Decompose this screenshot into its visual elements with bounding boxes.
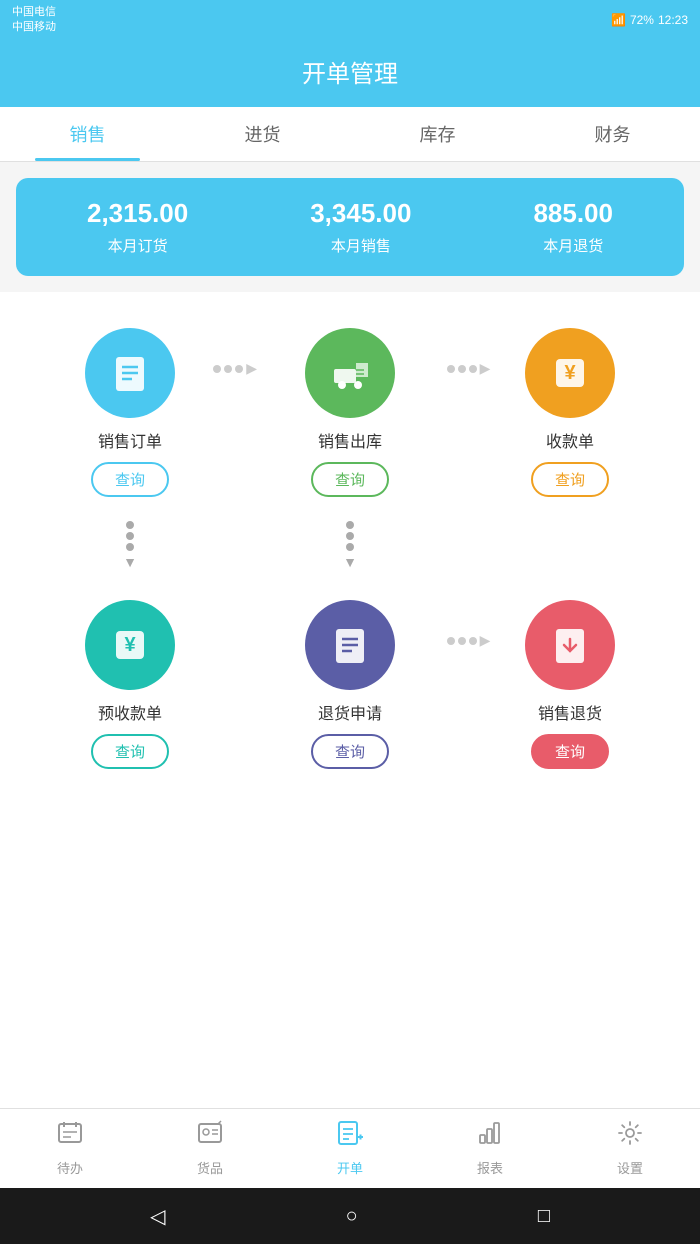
svg-text:¥: ¥	[124, 634, 136, 656]
header: 开单管理	[0, 40, 700, 107]
receipt-btn[interactable]: ¥	[525, 328, 615, 418]
tab-sales[interactable]: 销售	[0, 107, 175, 161]
action-return-apply: 退货申请 查询	[240, 584, 460, 779]
nav-order-label: 开单	[337, 1158, 363, 1177]
stat-monthly-sales: 3,345.00 本月销售	[310, 198, 411, 256]
time-text: 12:23	[658, 13, 688, 27]
todo-icon	[56, 1119, 84, 1154]
action-sales-return: 销售退货 查询	[460, 584, 680, 779]
nav-todo-label: 待办	[57, 1158, 83, 1177]
signal-icon: 📶	[611, 13, 626, 27]
arrow-v-2: ▼	[240, 517, 460, 574]
action-receipt: ¥ 收款单 查询	[460, 312, 680, 507]
stat-sales-label: 本月销售	[310, 235, 411, 256]
carrier-info: 中国电信 中国移动	[12, 5, 56, 36]
action-grid-row2: ▶ ¥ 预收款单 查询 退货	[0, 574, 700, 789]
report-icon	[476, 1119, 504, 1154]
battery-text: 72%	[630, 13, 654, 27]
sales-outbound-query-btn[interactable]: 查询	[311, 462, 389, 497]
stats-banner: 2,315.00 本月订货 3,345.00 本月销售 885.00 本月退货	[16, 178, 684, 276]
android-recent-btn[interactable]: □	[538, 1205, 550, 1228]
sales-order-query-btn[interactable]: 查询	[91, 462, 169, 497]
action-grid-row1: ▶ ▶ 销售订单 查询	[0, 302, 700, 517]
svg-text:¥: ¥	[564, 362, 576, 384]
main-content: ▶ ▶ 销售订单 查询	[0, 292, 700, 1108]
nav-settings-label: 设置	[617, 1158, 643, 1177]
android-back-btn[interactable]: ◁	[150, 1204, 165, 1229]
advance-receipt-btn[interactable]: ¥	[85, 600, 175, 690]
nav-order[interactable]: 开单	[280, 1119, 420, 1180]
arrow-v-3	[460, 517, 680, 574]
nav-report-label: 报表	[477, 1158, 503, 1177]
order-icon	[336, 1119, 364, 1154]
tab-inventory[interactable]: 库存	[350, 107, 525, 161]
return-apply-label: 退货申请	[318, 700, 382, 724]
receipt-query-btn[interactable]: 查询	[531, 462, 609, 497]
nav-goods[interactable]: 货品	[140, 1119, 280, 1180]
android-home-btn[interactable]: ○	[346, 1205, 358, 1228]
page-title: 开单管理	[0, 54, 700, 89]
sales-return-label: 销售退货	[538, 700, 602, 724]
sales-return-btn[interactable]	[525, 600, 615, 690]
stat-order-label: 本月订货	[87, 235, 188, 256]
stat-order-value: 2,315.00	[87, 198, 188, 229]
action-sales-order: 销售订单 查询	[20, 312, 240, 507]
sales-outbound-label: 销售出库	[318, 428, 382, 452]
action-advance-receipt: ¥ 预收款单 查询	[20, 584, 240, 779]
stat-return-value: 885.00	[533, 198, 613, 229]
status-bar: 中国电信 中国移动 📶 72% 12:23	[0, 0, 700, 40]
settings-icon	[616, 1119, 644, 1154]
return-apply-query-btn[interactable]: 查询	[311, 734, 389, 769]
bottom-nav: 待办 货品 开单	[0, 1108, 700, 1188]
tab-purchase[interactable]: 进货	[175, 107, 350, 161]
sales-outbound-btn[interactable]	[305, 328, 395, 418]
stat-return-label: 本月退货	[533, 235, 613, 256]
action-sales-outbound: 销售出库 查询	[240, 312, 460, 507]
advance-receipt-label: 预收款单	[98, 700, 162, 724]
nav-todo[interactable]: 待办	[0, 1119, 140, 1180]
receipt-label: 收款单	[546, 428, 594, 452]
goods-icon	[196, 1119, 224, 1154]
nav-settings[interactable]: 设置	[560, 1119, 700, 1180]
nav-report[interactable]: 报表	[420, 1119, 560, 1180]
advance-receipt-query-btn[interactable]: 查询	[91, 734, 169, 769]
tab-bar: 销售 进货 库存 财务	[0, 107, 700, 162]
sales-order-label: 销售订单	[98, 428, 162, 452]
android-nav: ◁ ○ □	[0, 1188, 700, 1244]
nav-goods-label: 货品	[197, 1158, 223, 1177]
stat-monthly-order: 2,315.00 本月订货	[87, 198, 188, 256]
return-apply-btn[interactable]	[305, 600, 395, 690]
arrow-v-1: ▼	[20, 517, 240, 574]
status-right: 📶 72% 12:23	[611, 13, 688, 27]
tab-finance[interactable]: 财务	[525, 107, 700, 161]
sales-return-query-btn[interactable]: 查询	[531, 734, 609, 769]
sales-order-btn[interactable]	[85, 328, 175, 418]
stat-monthly-return: 885.00 本月退货	[533, 198, 613, 256]
arrow-v-container: ▼ ▼	[0, 517, 700, 574]
stat-sales-value: 3,345.00	[310, 198, 411, 229]
